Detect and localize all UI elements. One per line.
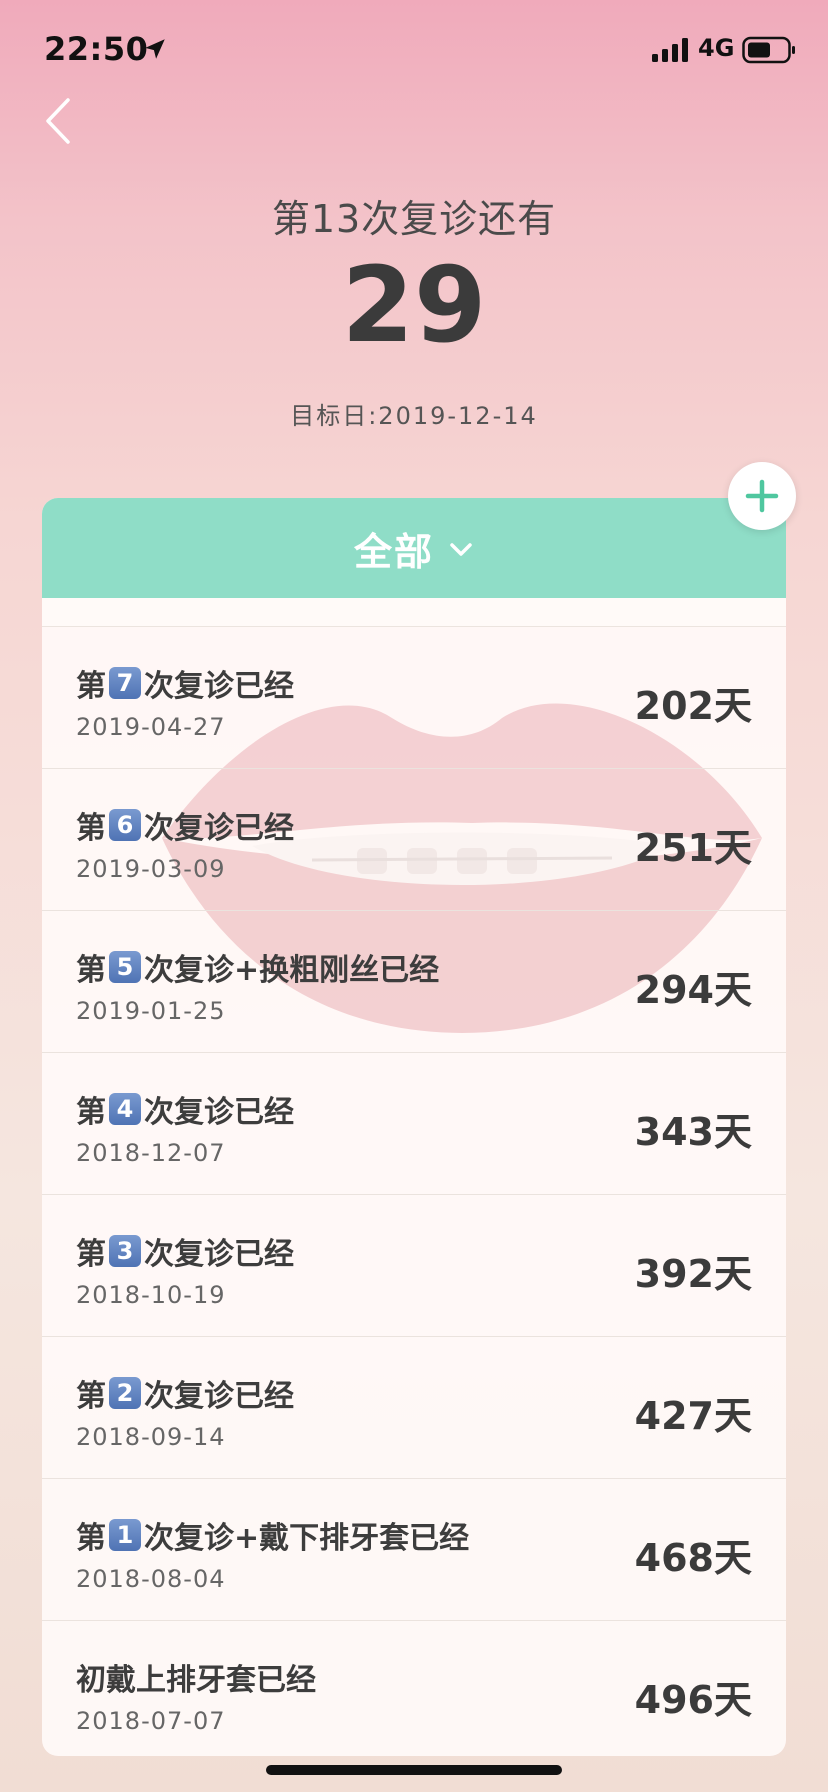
item-date: 2018-10-19 — [76, 1281, 226, 1309]
item-title-prefix: 第 — [76, 1521, 106, 1556]
list-item[interactable]: 第 2 次复诊已经 2018-09-14 427天 — [42, 1337, 786, 1479]
item-days: 343天 — [634, 1110, 752, 1154]
item-date: 2018-07-07 — [76, 1707, 226, 1735]
item-title-prefix: 第 — [76, 811, 106, 846]
back-chevron-icon — [46, 98, 70, 144]
plus-icon — [745, 479, 779, 513]
records-list: 第 7 次复诊已经 2019-04-27 202天 第 6 次复诊已经 2019-03-… — [42, 627, 786, 1756]
item-title: 第 4 次复诊已经 — [76, 1087, 294, 1131]
list-item[interactable]: 第 5 次复诊+换粗刚丝已经 2019-01-25 294天 — [42, 911, 786, 1053]
item-date: 2018-12-07 — [76, 1139, 226, 1167]
number-badge: 4 — [109, 1093, 141, 1125]
network-type: 4G — [698, 34, 735, 62]
item-title-prefix: 第 — [76, 669, 106, 704]
chevron-down-icon — [450, 543, 472, 556]
item-days: 392天 — [634, 1252, 752, 1296]
item-date: 2018-08-04 — [76, 1565, 226, 1593]
item-date: 2018-09-14 — [76, 1423, 226, 1451]
filter-dropdown[interactable]: 全部 — [42, 498, 786, 598]
item-date: 2019-03-09 — [76, 855, 226, 883]
item-date: 2019-01-25 — [76, 997, 226, 1025]
battery-icon — [742, 36, 795, 64]
item-days: 496天 — [634, 1678, 752, 1722]
number-badge: 2 — [109, 1377, 141, 1409]
item-title-suffix: 次复诊已经 — [144, 669, 294, 704]
item-title-prefix: 第 — [76, 1379, 106, 1414]
location-arrow-icon — [145, 39, 165, 59]
number-badge: 3 — [109, 1235, 141, 1267]
item-days: 468天 — [634, 1536, 752, 1580]
item-title-suffix: 次复诊已经 — [144, 1237, 294, 1272]
number-badge: 7 — [109, 667, 141, 699]
item-title: 第 7 次复诊已经 — [76, 661, 294, 705]
status-bar: 22:50 4G — [0, 0, 828, 100]
status-time: 22:50 — [44, 30, 149, 68]
item-title: 第 3 次复诊已经 — [76, 1229, 294, 1273]
item-days: 251天 — [634, 826, 752, 870]
home-indicator — [266, 1765, 562, 1775]
item-title-suffix: 次复诊+换粗刚丝已经 — [144, 953, 440, 988]
countdown-number: 29 — [341, 244, 487, 366]
signal-icon — [652, 38, 688, 62]
item-title-prefix: 第 — [76, 1095, 106, 1130]
number-badge: 1 — [109, 1519, 141, 1551]
item-title-suffix: 次复诊+戴下排牙套已经 — [144, 1521, 470, 1556]
item-title: 第 5 次复诊+换粗刚丝已经 — [76, 945, 439, 989]
list-item[interactable]: 第 4 次复诊已经 2018-12-07 343天 — [42, 1053, 786, 1195]
records-card: 全部 第 7 次复诊已经 2019-04-27 202天 第 6 次复诊已经 2019-… — [42, 498, 786, 1756]
item-title-suffix: 次复诊已经 — [144, 811, 294, 846]
item-title: 第 6 次复诊已经 — [76, 803, 294, 847]
number-badge: 6 — [109, 809, 141, 841]
list-item[interactable]: 第 3 次复诊已经 2018-10-19 392天 — [42, 1195, 786, 1337]
item-title: 第 2 次复诊已经 — [76, 1371, 294, 1415]
countdown-title: 第13次复诊还有 — [271, 197, 557, 241]
list-item[interactable]: 初戴上排牙套已经 2018-07-07 496天 — [42, 1621, 786, 1756]
item-date: 2019-04-27 — [76, 713, 226, 741]
back-button[interactable] — [36, 92, 86, 152]
item-title: 初戴上排牙套已经 — [76, 1655, 316, 1699]
list-item[interactable]: 第 7 次复诊已经 2019-04-27 202天 — [42, 627, 786, 769]
item-title-suffix: 次复诊已经 — [144, 1095, 294, 1130]
item-title-prefix: 第 — [76, 953, 106, 988]
item-days: 427天 — [634, 1394, 752, 1438]
add-button[interactable] — [728, 462, 796, 530]
target-date: 目标日:2019-12-14 — [290, 402, 538, 430]
list-top-spacer — [42, 598, 786, 627]
item-days: 294天 — [634, 968, 752, 1012]
filter-label: 全部 — [353, 529, 434, 574]
list-item[interactable]: 第 6 次复诊已经 2019-03-09 251天 — [42, 769, 786, 911]
item-title-suffix: 次复诊已经 — [144, 1379, 294, 1414]
number-badge: 5 — [109, 951, 141, 983]
item-title: 第 1 次复诊+戴下排牙套已经 — [76, 1513, 469, 1557]
item-title-prefix: 初戴上排牙套已经 — [76, 1663, 316, 1698]
list-item[interactable]: 第 1 次复诊+戴下排牙套已经 2018-08-04 468天 — [42, 1479, 786, 1621]
item-days: 202天 — [634, 684, 752, 728]
item-title-prefix: 第 — [76, 1237, 106, 1272]
